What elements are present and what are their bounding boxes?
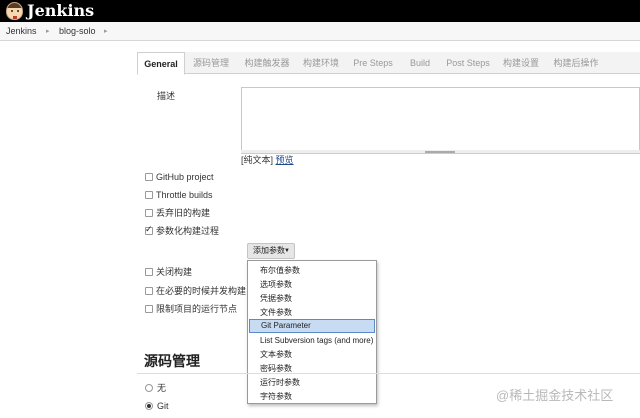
- disable-build-label: 关闭构建: [156, 267, 193, 277]
- scm-none-radio[interactable]: [145, 384, 153, 392]
- dropdown-item-choice-param[interactable]: 选项参数: [248, 278, 376, 292]
- tab-pre-steps[interactable]: Pre Steps: [349, 52, 397, 74]
- scm-git-radio[interactable]: [145, 402, 153, 410]
- add-parameter-label: 添加参数: [253, 246, 285, 255]
- dropdown-item-string-param[interactable]: 字符参数: [248, 390, 376, 404]
- dropdown-item-text-param[interactable]: 文本参数: [248, 348, 376, 362]
- description-textarea[interactable]: [241, 87, 640, 152]
- restrict-node-checkbox[interactable]: [145, 305, 153, 313]
- app-title[interactable]: Jenkins: [27, 1, 94, 21]
- github-project-checkbox[interactable]: [145, 173, 153, 181]
- section-divider: [137, 373, 640, 374]
- dropdown-item-svn-tags[interactable]: List Subversion tags (and more): [248, 334, 376, 348]
- tab-post-build-actions[interactable]: 构建后操作: [551, 52, 601, 74]
- tab-scm[interactable]: 源码管理: [189, 52, 233, 74]
- description-resize-handle[interactable]: [241, 150, 640, 154]
- throttle-builds-label: Throttle builds: [156, 190, 213, 200]
- disable-build-checkbox[interactable]: [145, 268, 153, 276]
- tab-build-triggers[interactable]: 构建触发器: [241, 52, 293, 74]
- concurrent-builds-label: 在必要的时候并发构建: [156, 286, 247, 296]
- dropdown-item-boolean-param[interactable]: 布尔值参数: [248, 264, 376, 278]
- tab-general[interactable]: General: [137, 52, 185, 75]
- jenkins-logo-icon[interactable]: [6, 2, 23, 20]
- dropdown-item-file-param[interactable]: 文件参数: [248, 306, 376, 320]
- discard-old-builds-label: 丢弃旧的构建: [156, 208, 211, 218]
- config-tab-bar: General 源码管理 构建触发器 构建环境 Pre Steps Build …: [137, 52, 640, 75]
- jenkins-config-page: Jenkins Jenkins ▸ blog-solo ▸ General 源码…: [0, 0, 640, 418]
- description-label: 描述: [157, 91, 176, 101]
- tab-build[interactable]: Build: [404, 52, 436, 74]
- top-header: Jenkins: [0, 0, 640, 22]
- tab-post-steps[interactable]: Post Steps: [443, 52, 493, 74]
- tab-build-environment[interactable]: 构建环境: [299, 52, 343, 74]
- concurrent-builds-checkbox[interactable]: [145, 287, 153, 295]
- add-parameter-button[interactable]: 添加参数 ▼: [247, 243, 295, 259]
- preview-link[interactable]: 预览: [276, 155, 294, 165]
- tab-build-settings[interactable]: 构建设置: [499, 52, 543, 74]
- add-parameter-dropdown: 布尔值参数 选项参数 凭据参数 文件参数 Git Parameter List …: [247, 260, 377, 404]
- dropdown-item-run-param[interactable]: 运行时参数: [248, 376, 376, 390]
- breadcrumb-blog-solo[interactable]: blog-solo: [59, 26, 96, 37]
- plain-text-label: [纯文本] 预览: [241, 154, 294, 166]
- github-project-label: GitHub project: [156, 172, 214, 182]
- dropdown-item-credentials-param[interactable]: 凭据参数: [248, 292, 376, 306]
- scm-none-label: 无: [157, 383, 167, 393]
- scm-section-title: 源码管理: [144, 353, 200, 369]
- parameterized-build-checkbox[interactable]: [145, 224, 153, 235]
- breadcrumb-jenkins[interactable]: Jenkins: [6, 26, 37, 37]
- parameterized-build-label: 参数化构建过程: [156, 226, 220, 236]
- scm-git-label: Git: [157, 401, 169, 411]
- plain-text-indicator: [纯文本]: [241, 155, 274, 165]
- throttle-builds-checkbox[interactable]: [145, 191, 153, 199]
- breadcrumb: Jenkins ▸ blog-solo ▸: [0, 22, 640, 41]
- discard-old-builds-checkbox[interactable]: [145, 209, 153, 217]
- chevron-down-icon: ▼: [284, 248, 290, 254]
- breadcrumb-separator-icon: ▸: [46, 28, 50, 35]
- watermark-text: @稀土掘金技术社区: [496, 388, 614, 403]
- dropdown-item-git-parameter[interactable]: Git Parameter: [249, 319, 375, 333]
- breadcrumb-separator-icon: ▸: [104, 28, 108, 35]
- restrict-node-label: 限制项目的运行节点: [156, 304, 238, 314]
